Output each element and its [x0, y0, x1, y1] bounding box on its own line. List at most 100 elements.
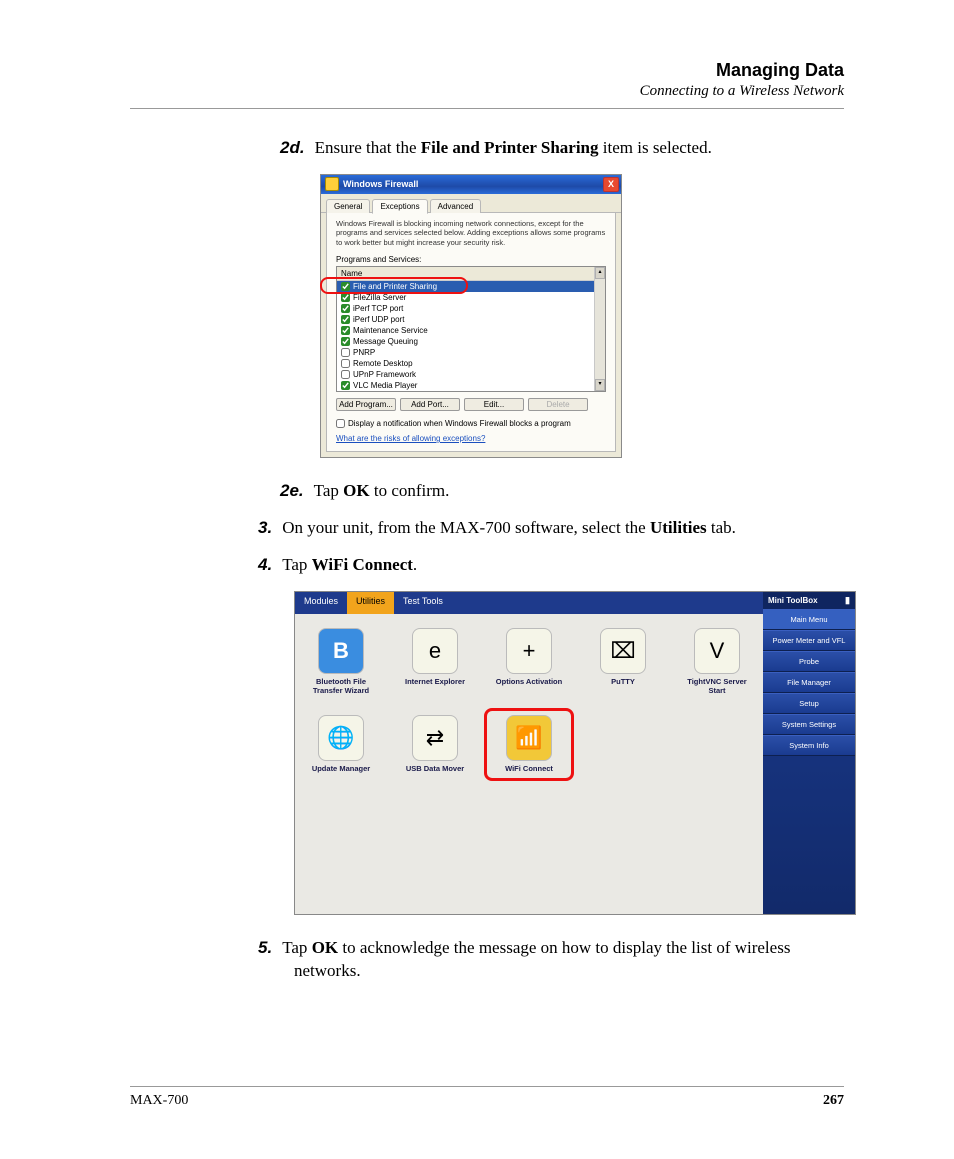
firewall-tabs: General Exceptions Advanced [321, 194, 621, 213]
item-checkbox[interactable] [341, 381, 350, 390]
utilities-tabs: Modules Utilities Test Tools [295, 592, 763, 614]
item-checkbox[interactable] [341, 315, 350, 324]
item-label: Remote Desktop [353, 359, 413, 368]
utility-label: WiFi Connect [491, 765, 567, 774]
utilities-area: BBluetooth File Transfer Wizard eInternet… [295, 614, 763, 914]
list-item[interactable]: File and Printer Sharing [337, 281, 605, 292]
header-rule [130, 108, 844, 109]
item-label: Message Queuing [353, 337, 418, 346]
programs-list-wrap: Name File and Printer SharingFileZilla S… [336, 266, 606, 392]
close-icon[interactable]: X [603, 177, 619, 192]
item-checkbox[interactable] [341, 293, 350, 302]
step-3-number: 3. [258, 518, 272, 537]
add-program-button[interactable]: Add Program... [336, 398, 396, 411]
step-2d-number: 2d. [280, 138, 305, 157]
battery-icon: ▮ [845, 595, 850, 606]
item-label: File and Printer Sharing [353, 282, 437, 291]
programs-label: Programs and Services: [336, 255, 606, 264]
item-checkbox[interactable] [341, 348, 350, 357]
side-item[interactable]: Main Menu [763, 609, 855, 630]
utilities-window: Modules Utilities Test Tools BBluetooth … [294, 591, 856, 915]
item-checkbox[interactable] [341, 359, 350, 368]
utility-label: Options Activation [491, 678, 567, 687]
firewall-body: Windows Firewall is blocking incoming ne… [326, 213, 616, 452]
utility-item[interactable]: 📶WiFi Connect [491, 715, 567, 774]
utility-icon: V [694, 628, 740, 674]
tab-exceptions[interactable]: Exceptions [372, 199, 427, 214]
tab-advanced[interactable]: Advanced [430, 199, 482, 213]
list-item[interactable]: VLC Media Player [337, 380, 605, 391]
utility-item[interactable]: + Options Activation [491, 628, 567, 695]
footer-page: 267 [823, 1093, 844, 1109]
utility-item[interactable]: ⌧PuTTY [585, 628, 661, 695]
page-footer: MAX-700 267 [130, 1078, 844, 1109]
utility-icon: 🌐 [318, 715, 364, 761]
side-item[interactable]: System Settings [763, 714, 855, 735]
utility-item[interactable]: 🌐Update Manager [303, 715, 379, 774]
utility-item[interactable]: V TightVNC Server Start [679, 628, 755, 695]
risks-link[interactable]: What are the risks of allowing exception… [336, 434, 485, 443]
utilities-row-2: 🌐Update Manager ⇄USB Data Mover 📶WiFi Conn… [303, 715, 755, 774]
notify-label: Display a notification when Windows Fire… [348, 419, 571, 428]
tab-general[interactable]: General [326, 199, 370, 213]
header-subtitle: Connecting to a Wireless Network [130, 83, 844, 100]
utility-item[interactable]: BBluetooth File Transfer Wizard [303, 628, 379, 695]
add-port-button[interactable]: Add Port... [400, 398, 460, 411]
item-checkbox[interactable] [341, 337, 350, 346]
side-item[interactable]: Setup [763, 693, 855, 714]
delete-button[interactable]: Delete [528, 398, 588, 411]
firewall-title-text: Windows Firewall [343, 179, 418, 189]
step-2e: 2e.Tap OK to confirm. [280, 480, 844, 503]
programs-list[interactable]: Name File and Printer SharingFileZilla S… [336, 266, 606, 392]
list-item[interactable]: VNC [337, 391, 605, 392]
list-item[interactable]: iPerf TCP port [337, 303, 605, 314]
side-item[interactable]: Probe [763, 651, 855, 672]
utilities-main: Modules Utilities Test Tools BBluetooth … [295, 592, 763, 914]
step-2e-number: 2e. [280, 481, 304, 500]
side-item[interactable]: System Info [763, 735, 855, 756]
scroll-down-icon[interactable]: ▾ [595, 379, 605, 391]
notify-checkbox-row[interactable]: Display a notification when Windows Fire… [336, 419, 606, 428]
side-item[interactable]: Power Meter and VFL [763, 630, 855, 651]
side-item[interactable]: File Manager [763, 672, 855, 693]
item-checkbox[interactable] [341, 370, 350, 379]
tab-utilities[interactable]: Utilities [347, 592, 394, 614]
tab-test-tools[interactable]: Test Tools [394, 592, 452, 614]
step-5: 5.Tap OK to acknowledge the message on h… [258, 937, 844, 983]
list-item[interactable]: iPerf UDP port [337, 314, 605, 325]
list-item[interactable]: Message Queuing [337, 336, 605, 347]
utility-item[interactable]: ⇄USB Data Mover [397, 715, 473, 774]
list-item[interactable]: FileZilla Server [337, 292, 605, 303]
red-highlight-wifi: 📶WiFi Connect [484, 708, 574, 781]
edit-button[interactable]: Edit... [464, 398, 524, 411]
item-checkbox[interactable] [341, 326, 350, 335]
firewall-window: Windows Firewall X General Exceptions Ad… [320, 174, 622, 458]
list-item[interactable]: PNRP [337, 347, 605, 358]
step-5-number: 5. [258, 938, 272, 957]
utility-item[interactable]: eInternet Explorer [397, 628, 473, 695]
tab-modules[interactable]: Modules [295, 592, 347, 614]
firewall-description: Windows Firewall is blocking incoming ne… [336, 219, 606, 247]
item-checkbox[interactable] [341, 282, 350, 291]
footer-product: MAX-700 [130, 1093, 188, 1109]
utility-label: Internet Explorer [397, 678, 473, 687]
list-item[interactable]: Maintenance Service [337, 325, 605, 336]
notify-checkbox[interactable] [336, 419, 345, 428]
firewall-buttons: Add Program... Add Port... Edit... Delet… [336, 398, 606, 411]
page: Managing Data Connecting to a Wireless N… [0, 0, 954, 1159]
utility-icon: ⇄ [412, 715, 458, 761]
scroll-up-icon[interactable]: ▴ [595, 267, 605, 279]
utility-label: PuTTY [585, 678, 661, 687]
list-item[interactable]: Remote Desktop [337, 358, 605, 369]
column-header-name[interactable]: Name [337, 267, 605, 281]
list-item[interactable]: UPnP Framework [337, 369, 605, 380]
utilities-row-1: BBluetooth File Transfer Wizard eInternet… [303, 628, 755, 695]
item-label: PNRP [353, 348, 375, 357]
item-label: iPerf TCP port [353, 304, 403, 313]
utility-label: TightVNC Server Start [679, 678, 755, 695]
scrollbar[interactable]: ▴ ▾ [594, 267, 605, 391]
header-title: Managing Data [130, 60, 844, 81]
step-2d: 2d.Ensure that the File and Printer Shar… [280, 137, 844, 160]
utility-icon: + [506, 628, 552, 674]
item-checkbox[interactable] [341, 304, 350, 313]
